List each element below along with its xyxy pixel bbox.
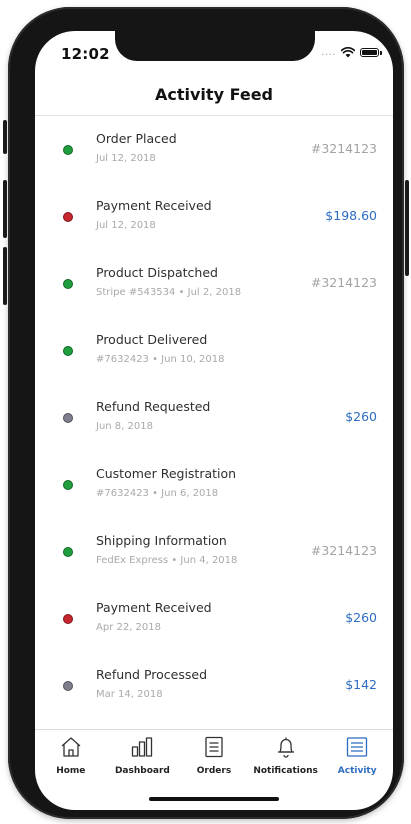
activity-item[interactable]: Refund Processed Mar 14, 2018 $142 <box>35 652 393 719</box>
tab-notifications[interactable]: Notifications <box>250 730 322 780</box>
status-dot-icon <box>63 346 73 356</box>
status-time: 12:02 <box>61 45 110 63</box>
activity-meta: Jul 12, 2018 <box>96 153 156 164</box>
battery-icon <box>360 48 382 57</box>
activity-title: Payment Received <box>96 600 212 615</box>
activity-title: Customer Registration <box>96 466 237 481</box>
phone-frame: 12:02 .... Activity Feed Order Placed Jul… <box>3 7 409 819</box>
tab-label: Orders <box>196 766 232 776</box>
activity-title: Product Dispatched <box>96 265 218 280</box>
bell-icon <box>274 735 298 763</box>
activity-meta: Stripe #543534 • Jul 2, 2018 <box>96 287 242 298</box>
tab-label: Home <box>56 766 86 776</box>
activity-reference: #3214123 <box>310 275 377 290</box>
status-dot-icon <box>63 413 73 423</box>
activity-title: Payment Received <box>96 198 212 213</box>
activity-meta: Apr 22, 2018 <box>96 622 162 633</box>
volume-up-button <box>3 180 7 238</box>
status-dot-icon <box>63 547 73 557</box>
home-indicator[interactable] <box>149 797 279 801</box>
status-dot-icon <box>63 145 73 155</box>
app-screen: 12:02 .... Activity Feed Order Placed Jul… <box>35 31 393 810</box>
activity-title: Order Placed <box>96 131 177 146</box>
activity-item[interactable]: Payment Received Apr 22, 2018 $260 <box>35 585 393 652</box>
activity-meta: #7632423 • Jun 10, 2018 <box>96 354 225 365</box>
wifi-icon <box>341 47 355 58</box>
activity-item[interactable]: Customer Registration #7632423 • Jun 6, 2… <box>35 451 393 518</box>
activity-amount: $260 <box>345 409 377 424</box>
activity-item[interactable]: Payment Received Jul 12, 2018 $198.60 <box>35 183 393 250</box>
tab-dashboard[interactable]: Dashboard <box>107 730 179 780</box>
activity-reference: #3214123 <box>310 543 377 558</box>
status-dot-icon <box>63 279 73 289</box>
activity-amount: $142 <box>345 677 377 692</box>
status-indicators: .... <box>321 47 382 58</box>
status-dot-icon <box>63 212 73 222</box>
home-icon <box>59 735 83 763</box>
tab-home[interactable]: Home <box>35 730 107 780</box>
activity-list: Order Placed Jul 12, 2018 #3214123 Payment … <box>35 116 393 719</box>
page-title: Activity Feed <box>155 85 273 104</box>
activity-title: Refund Requested <box>96 399 211 414</box>
signal-icon: .... <box>321 47 336 58</box>
activity-amount: $198.60 <box>325 208 377 223</box>
bar-chart-icon <box>130 735 154 763</box>
activity-item[interactable]: Order Placed Jul 12, 2018 #3214123 <box>35 116 393 183</box>
tab-bar: Home Dashboard Orders Notifications Activity <box>35 730 393 780</box>
notch <box>115 31 315 61</box>
tab-label: Notifications <box>253 766 318 776</box>
activity-meta: Mar 14, 2018 <box>96 689 163 700</box>
tab-activity[interactable]: Activity <box>321 730 393 780</box>
activity-title: Refund Processed <box>96 667 208 682</box>
activity-meta: Jun 8, 2018 <box>96 421 153 432</box>
activity-reference: #3214123 <box>310 141 377 156</box>
power-button <box>405 180 409 276</box>
activity-item[interactable]: Product Delivered #7632423 • Jun 10, 2018 <box>35 317 393 384</box>
tab-label: Dashboard <box>114 766 170 776</box>
tab-orders[interactable]: Orders <box>178 730 250 780</box>
activity-title: Product Delivered <box>96 332 208 347</box>
status-dot-icon <box>63 681 73 691</box>
volume-down-button <box>3 247 7 305</box>
activity-item[interactable]: Shipping Information FedEx Express • Jun … <box>35 518 393 585</box>
activity-amount: $260 <box>345 610 377 625</box>
activity-meta: FedEx Express • Jun 4, 2018 <box>96 555 238 566</box>
mute-switch <box>3 120 7 154</box>
activity-meta: Jul 12, 2018 <box>96 220 156 231</box>
status-dot-icon <box>63 614 73 624</box>
list-icon <box>345 735 369 763</box>
document-icon <box>202 735 226 763</box>
tab-label: Activity <box>337 766 377 776</box>
activity-item[interactable]: Product Dispatched Stripe #543534 • Jul 2… <box>35 250 393 317</box>
activity-meta: #7632423 • Jun 6, 2018 <box>96 488 219 499</box>
activity-item[interactable]: Refund Requested Jun 8, 2018 $260 <box>35 384 393 451</box>
status-dot-icon <box>63 480 73 490</box>
activity-title: Shipping Information <box>96 533 227 548</box>
